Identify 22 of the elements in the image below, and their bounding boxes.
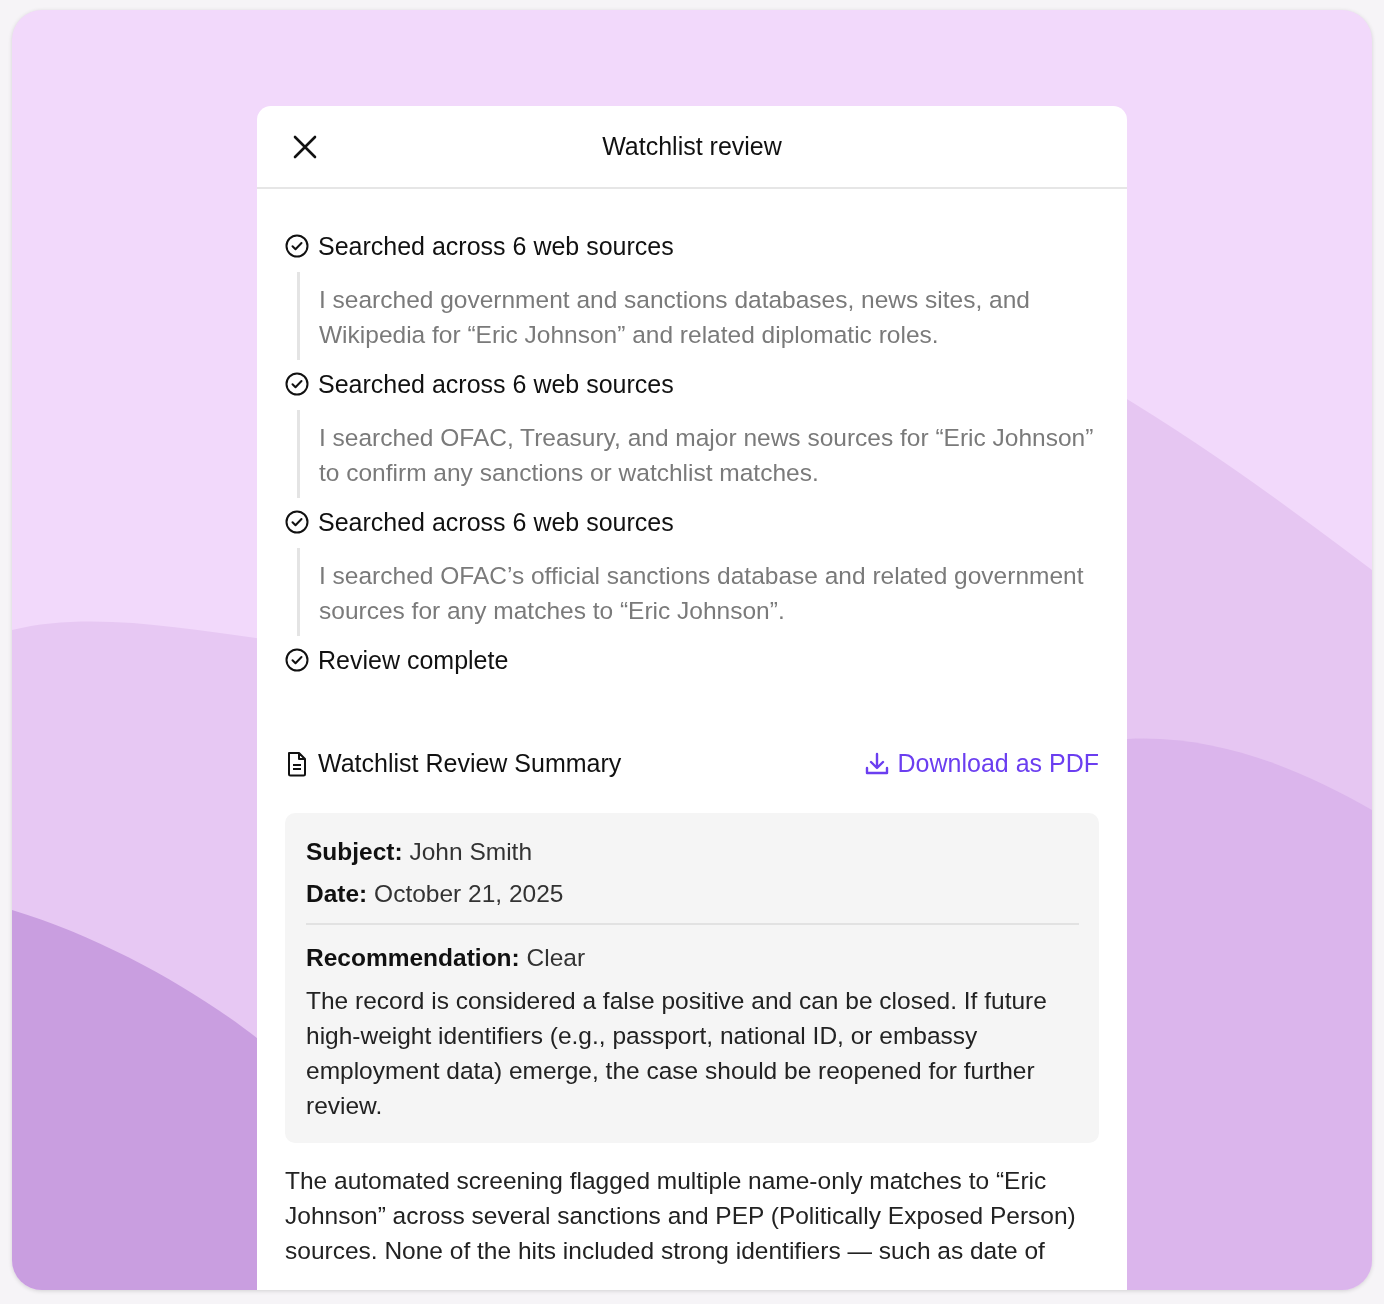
download-icon bbox=[863, 750, 890, 777]
document-icon bbox=[285, 750, 309, 777]
step-title: Review complete bbox=[318, 645, 509, 676]
summary-field: Subject: John Smith bbox=[306, 830, 1079, 873]
check-circle-icon bbox=[285, 648, 309, 672]
summary-title: Watchlist Review Summary bbox=[318, 748, 622, 779]
step-title: Searched across 6 web sources bbox=[318, 231, 674, 262]
step-title: Searched across 6 web sources bbox=[318, 369, 674, 400]
check-circle-icon bbox=[285, 234, 309, 258]
download-link[interactable]: Download as PDF bbox=[863, 745, 1099, 783]
recommendation-note: The record is considered a false positive and can be closed. If future high-weight identifiers (e.g., passport, national ID, or embassy employment data) emerge, the case should be reopened for further review. bbox=[306, 985, 1048, 1121]
check-circle-icon bbox=[285, 510, 309, 534]
step-detail: I searched OFAC’s official sanctions database and related government sources for any matches to “Eric Johnson”. bbox=[319, 561, 1085, 626]
step-detail: I searched government and sanctions databases, news sites, and Wikipedia for “Eric Johnson” and related diplomatic roles. bbox=[319, 285, 1031, 350]
check-circle-icon bbox=[285, 372, 309, 396]
dialog-title: Watchlist review bbox=[602, 130, 782, 162]
summary-field: Date: October 21, 2025 bbox=[306, 872, 1079, 915]
step-detail: I searched OFAC, Treasury, and major news sources for “Eric Johnson” to confirm any sanctions or watchlist matches. bbox=[319, 423, 1095, 488]
step-title: Searched across 6 web sources bbox=[318, 507, 674, 538]
recommendation-text: Recommendation: Clear bbox=[306, 942, 587, 973]
close-icon bbox=[292, 134, 318, 160]
body-paragraph: The automated screening flagged multiple name-only matches to “Eric Johnson” across several sanctions and PEP (Politically Exposed Person) sources. None of the hits included strong identifiers — such as date of bbox=[285, 1165, 1077, 1266]
